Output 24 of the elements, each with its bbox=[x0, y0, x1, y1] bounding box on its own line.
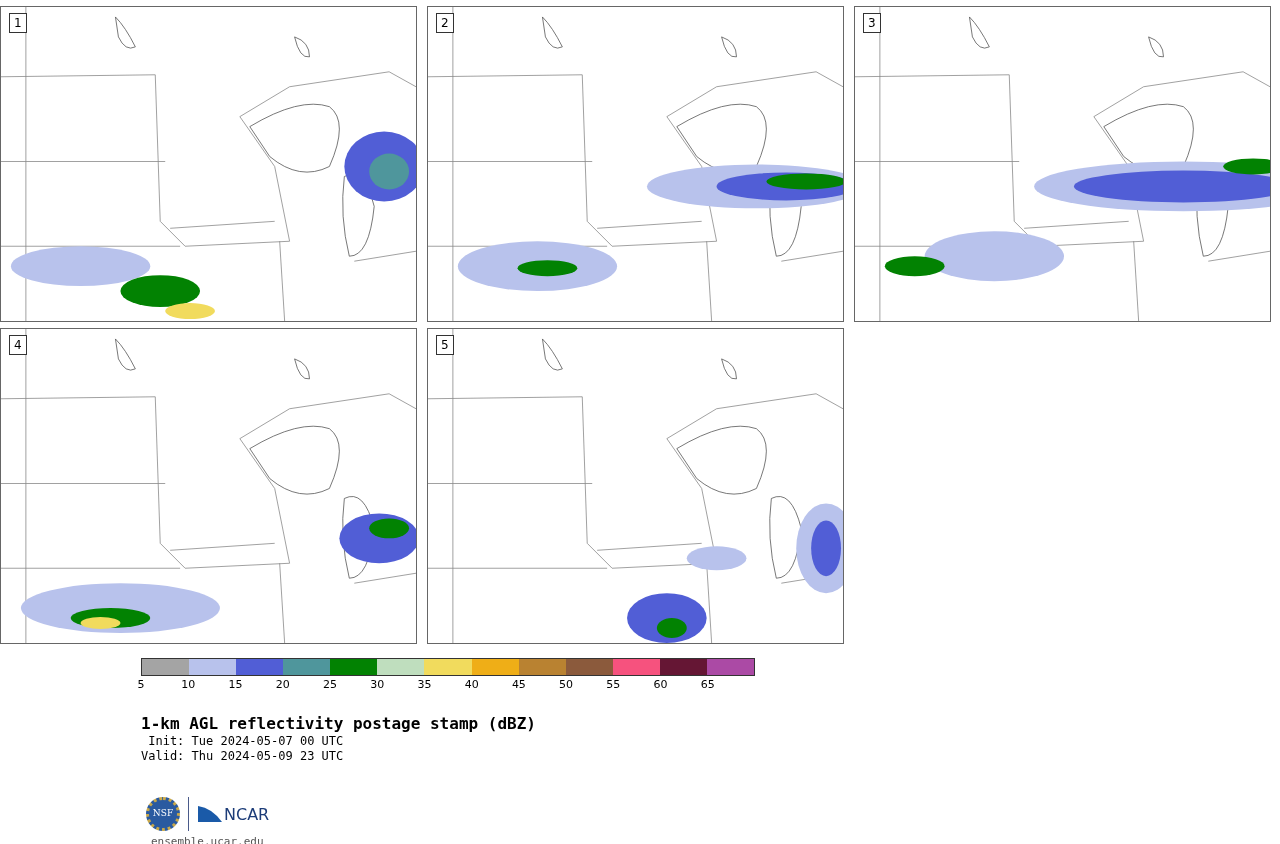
valid-time: Valid: Thu 2024-05-09 23 UTC bbox=[141, 749, 345, 764]
init-time: Init: Tue 2024-05-07 00 UTC bbox=[147, 734, 345, 749]
scale-tick-label: 15 bbox=[228, 679, 243, 691]
scale-tick-label: 5 bbox=[137, 679, 145, 691]
panel-number: 2 bbox=[436, 13, 454, 33]
ncar-wordmark: NCAR bbox=[224, 806, 270, 824]
panel-number: 3 bbox=[863, 13, 881, 33]
chart-title: 1-km AGL reflectivity postage stamp (dBZ) bbox=[141, 714, 537, 734]
panel-number: 5 bbox=[436, 335, 454, 355]
scale-tick-label: 50 bbox=[559, 679, 574, 691]
scale-tick-label: 25 bbox=[322, 679, 337, 691]
scale-tick-label: 55 bbox=[606, 679, 621, 691]
seal-logo: NSF bbox=[146, 797, 180, 831]
scale-tick-label: 40 bbox=[464, 679, 479, 691]
panel-number: 4 bbox=[9, 335, 27, 355]
scale-tick-label: 10 bbox=[181, 679, 196, 691]
wedge-logo-icon bbox=[197, 804, 223, 824]
scale-tick-label: 45 bbox=[511, 679, 526, 691]
scale-tick-label: 65 bbox=[700, 679, 715, 691]
scale-tick-label: 35 bbox=[417, 679, 432, 691]
panel-number: 1 bbox=[9, 13, 27, 33]
scale-tick-label: 60 bbox=[653, 679, 668, 691]
scale-tick-label: 30 bbox=[370, 679, 385, 691]
scale-tick-label: 20 bbox=[275, 679, 290, 691]
